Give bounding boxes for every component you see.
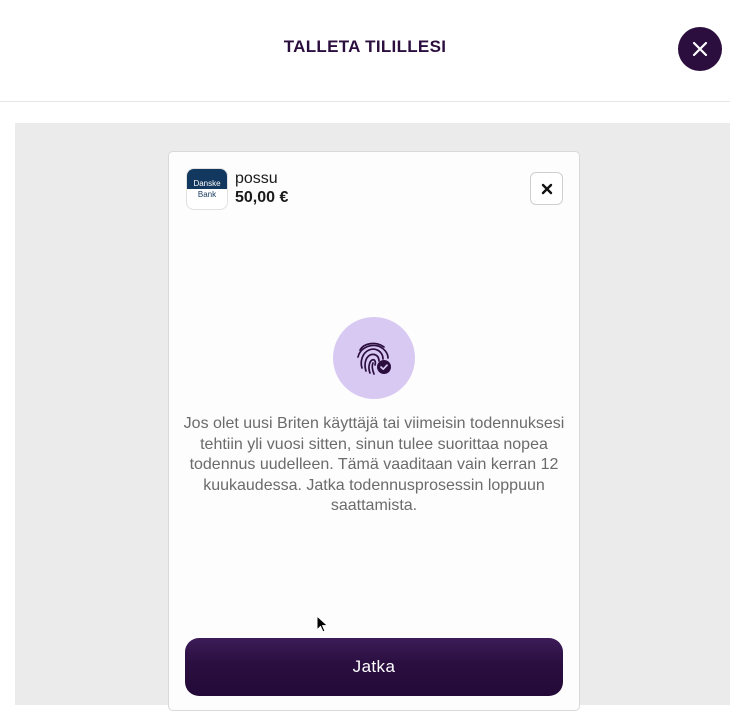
close-icon [692,41,708,57]
bank-auth-card: Danske Bank possu 50,00 € Jos olet uusi … [168,151,580,711]
payee-name: possu [235,170,278,187]
card-close-button[interactable] [530,172,563,205]
mouse-pointer-icon [316,615,329,633]
close-modal-button[interactable] [678,27,722,71]
reauthentication-info: Jos olet uusi Briten käyttäjä tai viimei… [183,415,565,514]
continue-button[interactable]: Jatka [185,638,563,696]
payment-amount: 50,00 € [235,189,289,206]
bank-logo-top: Danske [187,169,227,189]
bank-logo-bottom: Bank [197,190,217,199]
close-icon [541,183,552,194]
page-title: TALLETA TILILLESI [283,37,447,56]
fingerprint-badge [333,317,415,399]
bank-logo: Danske Bank [186,168,228,210]
fingerprint-check-icon [357,342,391,375]
modal-header: TALLETA TILILLESI [0,0,730,102]
